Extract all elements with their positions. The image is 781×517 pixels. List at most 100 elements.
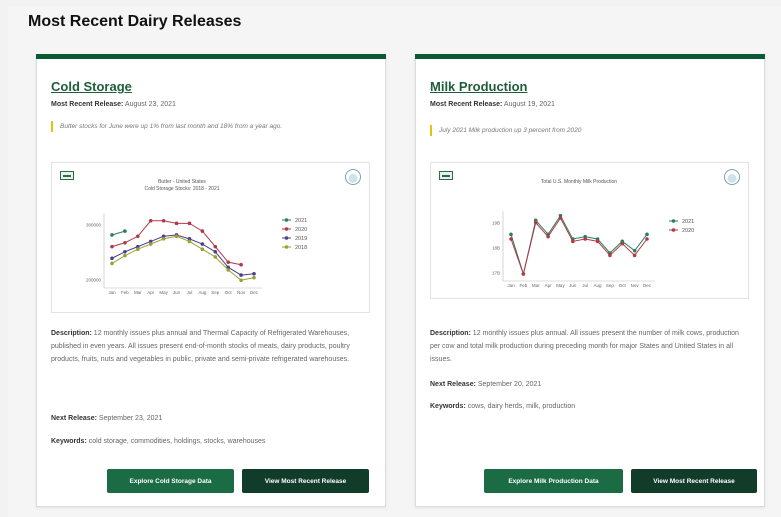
explore-data-button[interactable]: Explore Cold Storage Data xyxy=(107,469,234,493)
release-label: Most Recent Release: xyxy=(51,101,124,108)
view-release-button[interactable]: View Most Recent Release xyxy=(631,469,757,493)
next-release-date: September 20, 2021 xyxy=(477,381,542,388)
data-point xyxy=(571,239,575,244)
next-release: Next Release: September 20, 2021 xyxy=(430,378,750,391)
description-text: 12 monthly issues plus annual. All issue… xyxy=(430,330,739,363)
data-point xyxy=(226,268,230,272)
card-title-link[interactable]: Milk Production xyxy=(430,79,528,94)
data-point xyxy=(645,232,649,237)
x-tick-label: Aug xyxy=(198,290,207,295)
data-point xyxy=(148,242,153,246)
release-date: August 19, 2021 xyxy=(503,101,555,108)
card-cold-storage: Cold Storage Most Recent Release: August… xyxy=(36,54,386,507)
x-tick-label: Jun xyxy=(173,290,181,295)
x-tick-label: Jul xyxy=(582,283,588,288)
data-point xyxy=(110,233,114,237)
data-point xyxy=(252,275,256,280)
y-tick-label: 19B xyxy=(492,221,500,226)
explore-data-button[interactable]: Explore Milk Production Data xyxy=(484,469,623,493)
data-point xyxy=(110,256,114,261)
release-label: Most Recent Release: xyxy=(430,101,503,108)
data-point xyxy=(509,232,513,237)
series-line xyxy=(111,234,255,276)
series-line xyxy=(510,214,648,276)
series-line xyxy=(111,230,126,236)
data-point xyxy=(110,261,114,266)
y-tick-label: 300000 xyxy=(86,223,102,228)
series-line xyxy=(510,217,648,276)
data-point xyxy=(226,260,230,264)
x-tick-label: Jan xyxy=(507,283,515,288)
data-point xyxy=(161,237,166,241)
data-point xyxy=(174,221,179,226)
x-tick-label: Feb xyxy=(519,283,527,288)
x-tick-label: Apr xyxy=(545,283,553,288)
y-tick-label: 17B xyxy=(492,271,500,276)
description: Description: 12 monthly issues plus annu… xyxy=(430,327,750,366)
data-point xyxy=(148,218,153,223)
data-point xyxy=(239,278,243,283)
card-title-link[interactable]: Cold Storage xyxy=(51,79,132,94)
data-point xyxy=(123,253,127,258)
release-line: Most Recent Release: August 23, 2021 xyxy=(51,101,176,108)
data-point xyxy=(608,253,612,258)
description-text: 12 monthly issues plus annual and Therma… xyxy=(51,330,350,363)
data-point xyxy=(213,249,218,254)
data-point xyxy=(558,216,563,220)
chart-svg: Butter - United StatesCold Storage Stock… xyxy=(86,179,307,295)
data-point xyxy=(632,253,637,258)
x-tick-label: Jul xyxy=(187,290,193,295)
data-point xyxy=(174,234,179,239)
x-tick-label: Mar xyxy=(532,283,540,288)
data-point xyxy=(632,248,637,253)
card-top-bar xyxy=(415,54,765,59)
legend-label: 2018 xyxy=(295,245,307,251)
data-point xyxy=(645,237,649,241)
next-release-label: Next Release: xyxy=(51,415,97,422)
data-point xyxy=(200,242,205,246)
x-tick-label: Dec xyxy=(250,290,259,295)
x-tick-label: Oct xyxy=(225,290,233,295)
legend-label: 2021 xyxy=(295,218,307,224)
series-line xyxy=(111,235,255,281)
x-tick-label: Jan xyxy=(108,290,116,295)
chart-subtitle: Cold Storage Stocks: 2018 - 2021 xyxy=(144,186,219,192)
legend-marker xyxy=(671,219,676,223)
chart-title: Total U.S. Monthly Milk Production xyxy=(541,179,617,185)
data-point xyxy=(620,241,625,246)
highlight-quote: Butter stocks for June were up 1% from l… xyxy=(51,121,371,132)
legend-marker xyxy=(284,236,289,240)
data-point xyxy=(187,221,192,226)
data-point xyxy=(213,244,218,249)
chart-svg: Total U.S. Monthly Milk Production 19B 18B… xyxy=(492,179,694,288)
description: Description: 12 monthly issues plus annu… xyxy=(51,327,371,366)
cold-storage-chart: Butter - United States Cold Storage Stock… xyxy=(51,162,370,313)
keywords-text: cows, dairy herds, milk, production xyxy=(467,403,576,410)
data-point xyxy=(239,273,243,277)
data-point xyxy=(583,237,587,241)
keywords-label: Keywords: xyxy=(430,403,466,410)
description-label: Description: xyxy=(51,330,92,337)
release-line: Most Recent Release: August 19, 2021 xyxy=(430,101,555,108)
data-point xyxy=(546,234,550,239)
x-tick-label: Oct xyxy=(619,283,627,288)
x-tick-label: Apr xyxy=(147,290,155,295)
view-release-button[interactable]: View Most Recent Release xyxy=(242,469,369,493)
legend-marker xyxy=(671,228,676,232)
legend-marker xyxy=(284,227,289,231)
release-date: August 23, 2021 xyxy=(124,101,176,108)
description-label: Description: xyxy=(430,330,471,337)
section-title: Most Recent Dairy Releases xyxy=(28,13,242,30)
data-point xyxy=(123,229,127,233)
x-tick-label: Sep xyxy=(211,290,220,295)
data-point xyxy=(136,234,140,239)
y-tick-label: 18B xyxy=(492,246,500,251)
card-top-bar xyxy=(36,54,386,59)
x-tick-label: Feb xyxy=(121,290,129,295)
data-point xyxy=(161,218,166,223)
data-point xyxy=(521,272,526,276)
keywords: Keywords: cows, dairy herds, milk, produ… xyxy=(430,400,750,413)
legend-marker xyxy=(284,218,289,222)
next-release-date: September 23, 2021 xyxy=(98,415,163,422)
data-point xyxy=(252,271,256,276)
